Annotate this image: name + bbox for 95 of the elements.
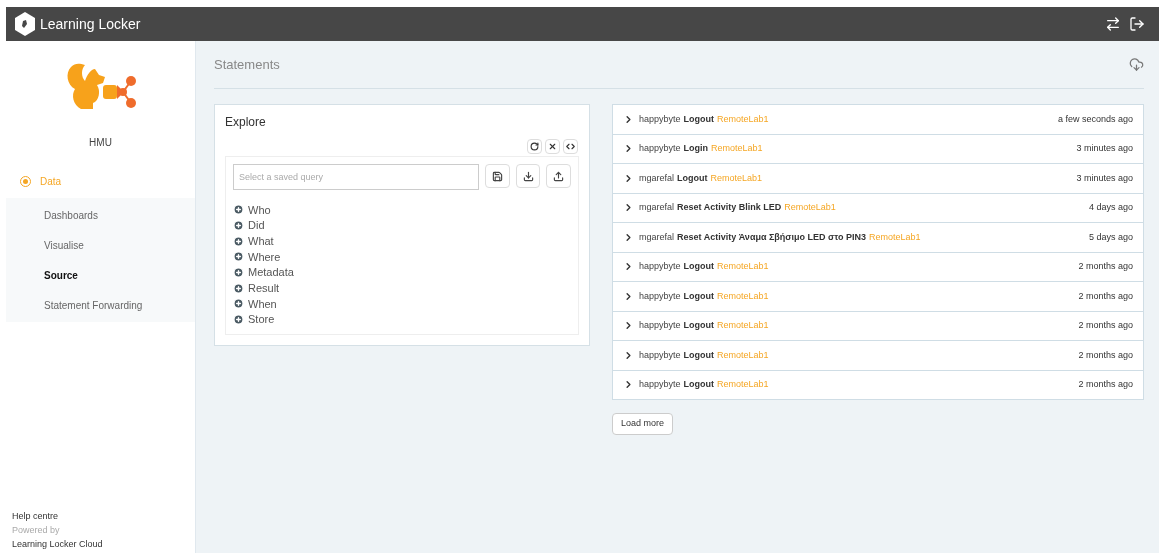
statement-row[interactable]: mgarefal Reset Activity Άναμα Σβήσιμο LED στο PIN3 RemoteLab1 5 days ago <box>613 223 1143 252</box>
time-text: 5 days ago <box>1088 230 1133 244</box>
chevron-right-icon <box>623 231 634 243</box>
verb-text: Logout <box>677 171 708 185</box>
nav-item[interactable]: Statement Forwarding <box>6 290 195 320</box>
time-text: 3 minutes ago <box>1076 171 1133 185</box>
actor-text: happybyte <box>639 378 681 391</box>
nav-item[interactable]: Source <box>6 260 195 290</box>
statement-row[interactable]: mgarefal Logout RemoteLab1 3 minutes ago <box>613 164 1143 193</box>
actor-text: happybyte <box>639 319 681 332</box>
plus-icon <box>233 235 244 247</box>
time-text: 2 months ago <box>1078 260 1133 273</box>
verb-text: Logout <box>683 348 715 362</box>
switch-icon[interactable] <box>1105 16 1121 32</box>
chevron-right-icon <box>623 379 634 391</box>
verb-text: Reset Activity Blink LED <box>677 201 782 214</box>
download-icon <box>522 170 534 182</box>
plus-icon <box>233 298 244 310</box>
refresh-button[interactable] <box>527 139 542 154</box>
hexagon-logo-icon <box>14 12 36 36</box>
plus-icon <box>233 251 244 263</box>
statement-row[interactable]: happybyte Logout RemoteLab1 2 months ago <box>613 341 1143 370</box>
actor-text: happybyte <box>639 142 681 155</box>
cloud-download-icon[interactable] <box>1129 57 1144 72</box>
actor-text: happybyte <box>639 348 681 362</box>
statement-row[interactable]: happybyte Logout RemoteLab1 2 months ago <box>613 311 1143 340</box>
time-text: a few seconds ago <box>1057 112 1133 126</box>
nav-item[interactable]: Visualise <box>6 230 195 260</box>
actor-text: happybyte <box>639 260 681 273</box>
statement-row[interactable]: happybyte Logout RemoteLab1 a few seconds ago <box>613 105 1143 134</box>
verb-text: Logout <box>683 378 715 391</box>
logout-icon[interactable] <box>1129 16 1145 32</box>
chevron-right-icon <box>623 320 634 332</box>
verb-text: Logout <box>683 112 715 126</box>
statement-row[interactable]: mgarefal Reset Activity Blink LED RemoteLab1 4 days ago <box>613 193 1143 222</box>
chevron-right-icon <box>623 143 634 155</box>
statement-row[interactable]: happybyte Login RemoteLab1 3 minutes ago <box>613 134 1143 163</box>
help-link[interactable]: Help centre <box>12 509 195 523</box>
load-more-button[interactable]: Load more <box>612 413 674 435</box>
time-text: 2 months ago <box>1078 348 1133 362</box>
verb-text: Logout <box>683 319 715 332</box>
statement-row[interactable]: happybyte Logout RemoteLab1 2 months ago <box>613 370 1143 399</box>
chevron-right-icon <box>623 172 634 184</box>
time-text: 3 minutes ago <box>1076 142 1133 155</box>
save-button[interactable] <box>485 164 510 188</box>
actor-text: happybyte <box>639 289 681 303</box>
actor-text: mgarefal <box>639 171 674 185</box>
filter-item[interactable]: When <box>233 296 571 312</box>
filter-item[interactable]: Did <box>233 217 571 234</box>
download-button[interactable] <box>515 164 541 188</box>
statement-row[interactable]: happybyte Logout RemoteLab1 2 months ago <box>613 282 1143 311</box>
plus-icon <box>233 282 244 294</box>
plus-icon <box>233 267 244 279</box>
plus-icon <box>233 204 244 216</box>
code-icon <box>566 142 575 151</box>
panel-title: Explore <box>225 114 267 131</box>
time-text: 4 days ago <box>1088 201 1133 214</box>
plus-icon <box>233 314 244 326</box>
time-text: 2 months ago <box>1078 319 1133 332</box>
plus-icon <box>233 220 244 232</box>
chevron-right-icon <box>623 261 634 273</box>
verb-text: Reset Activity Άναμα Σβήσιμο LED στο PIN3 <box>677 230 866 244</box>
actor-text: mgarefal <box>639 201 674 214</box>
chevron-right-icon <box>623 202 634 214</box>
filter-item[interactable]: Result <box>233 280 571 297</box>
page-title: Statements <box>214 55 280 74</box>
time-text: 2 months ago <box>1078 289 1133 303</box>
actor-text: happybyte <box>639 112 681 126</box>
filter-item[interactable]: Store <box>233 311 571 328</box>
verb-text: Logout <box>683 260 715 273</box>
filter-item[interactable]: What <box>233 233 571 250</box>
refresh-icon <box>530 142 539 151</box>
verb-text: Logout <box>683 289 715 303</box>
filter-item[interactable]: Where <box>233 249 571 265</box>
app-title: Learning Locker <box>40 14 141 34</box>
powered-by-text: Powered by <box>12 524 61 537</box>
save-icon <box>491 170 503 182</box>
upload-button[interactable] <box>546 164 571 188</box>
close-icon <box>548 142 557 151</box>
saved-query-field[interactable]: Select a saved query <box>233 164 480 190</box>
actor-text: mgarefal <box>639 230 674 244</box>
time-text: 2 months ago <box>1078 378 1133 391</box>
code-button[interactable] <box>563 139 578 154</box>
product-link[interactable]: Learning Locker Cloud <box>12 537 195 551</box>
chevron-right-icon <box>623 349 634 361</box>
chevron-right-icon <box>623 290 634 302</box>
chevron-right-icon <box>623 113 634 125</box>
clear-button[interactable] <box>545 139 560 154</box>
org-name: HMU <box>89 136 112 150</box>
filter-item[interactable]: Who <box>233 202 571 218</box>
filter-item[interactable]: Metadata <box>233 264 571 281</box>
nav-item[interactable]: Dashboards <box>6 200 195 230</box>
statement-row[interactable]: happybyte Logout RemoteLab1 2 months ago <box>613 252 1143 281</box>
upload-icon <box>553 170 565 182</box>
verb-text: Login <box>683 142 709 155</box>
